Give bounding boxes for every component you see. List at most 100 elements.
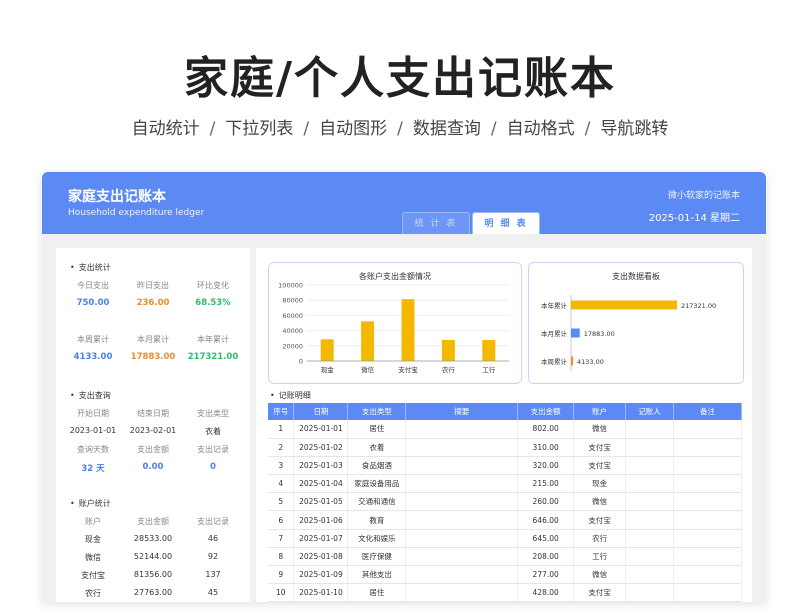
table-row[interactable]: 3 2025-01-03 食品烟酒 320.00 支付宝 bbox=[268, 456, 742, 476]
table-cell[interactable] bbox=[673, 438, 742, 457]
table-cell[interactable] bbox=[673, 583, 742, 602]
table-cell[interactable]: 2025-01-02 bbox=[293, 438, 349, 457]
chart-title: 各账户支出金额情况 bbox=[359, 272, 431, 281]
query-type-select[interactable]: 衣着 bbox=[184, 426, 242, 437]
tab-detail[interactable]: 明 细 表 bbox=[472, 212, 540, 234]
table-cell[interactable] bbox=[673, 529, 742, 548]
table-cell[interactable]: 208.00 bbox=[517, 547, 575, 567]
table-cell[interactable]: 645.00 bbox=[517, 529, 575, 548]
table-cell[interactable] bbox=[405, 420, 519, 439]
table-cell[interactable]: 5 bbox=[268, 492, 295, 512]
table-cell[interactable] bbox=[405, 456, 519, 476]
table-cell[interactable]: 现金 bbox=[573, 474, 627, 494]
table-row[interactable]: 10 2025-01-10 居住 428.00 支付宝 bbox=[268, 583, 742, 602]
table-cell[interactable]: 其他支出 bbox=[347, 565, 407, 585]
table-cell[interactable]: 646.00 bbox=[517, 510, 575, 530]
table-cell[interactable] bbox=[405, 492, 519, 512]
query-end-date[interactable]: 2023-02-01 bbox=[124, 426, 182, 435]
table-cell[interactable] bbox=[625, 510, 675, 530]
table-cell[interactable]: 医疗保健 bbox=[347, 547, 407, 567]
table-cell[interactable]: 2025-01-01 bbox=[293, 420, 349, 439]
table-cell[interactable]: 10 bbox=[268, 583, 295, 602]
table-cell[interactable]: 4 bbox=[268, 474, 295, 494]
table-cell[interactable] bbox=[405, 529, 519, 548]
table-row[interactable]: 6 2025-01-06 教育 646.00 支付宝 bbox=[268, 510, 742, 530]
table-row[interactable]: 2 2025-01-02 衣着 310.00 支付宝 bbox=[268, 438, 742, 457]
table-row[interactable]: 5 2025-01-05 交通和通信 260.00 微信 bbox=[268, 492, 742, 512]
table-cell[interactable] bbox=[625, 438, 675, 457]
table-cell[interactable]: 衣着 bbox=[347, 438, 407, 457]
table-cell[interactable]: 2025-01-04 bbox=[293, 474, 349, 494]
account-cell: 52144.00 bbox=[133, 552, 173, 561]
tab-stats[interactable]: 统 计 表 bbox=[402, 212, 470, 234]
table-cell[interactable]: 教育 bbox=[347, 510, 407, 530]
table-cell[interactable]: 8 bbox=[268, 547, 295, 567]
table-cell[interactable] bbox=[405, 565, 519, 585]
app-subtitle: Household expenditure ledger bbox=[68, 208, 205, 218]
table-cell[interactable]: 2025-01-07 bbox=[293, 529, 349, 548]
table-cell[interactable] bbox=[625, 474, 675, 494]
table-cell[interactable]: 农行 bbox=[573, 529, 627, 548]
table-cell[interactable]: 2025-01-08 bbox=[293, 547, 349, 567]
table-cell[interactable]: 2025-01-06 bbox=[293, 510, 349, 530]
table-cell[interactable]: 2025-01-10 bbox=[293, 583, 349, 602]
table-cell[interactable]: 2025-01-05 bbox=[293, 492, 349, 512]
table-cell[interactable]: 6 bbox=[268, 510, 295, 530]
account-cell: 支付宝 bbox=[81, 571, 105, 580]
table-cell[interactable]: 居住 bbox=[347, 420, 407, 439]
table-cell[interactable]: 2025-01-09 bbox=[293, 565, 349, 585]
table-cell[interactable]: 文化和娱乐 bbox=[347, 529, 407, 548]
table-cell[interactable]: 家庭设备用品 bbox=[347, 474, 407, 494]
table-cell[interactable] bbox=[625, 420, 675, 439]
table-cell[interactable] bbox=[673, 474, 742, 494]
table-cell[interactable] bbox=[405, 438, 519, 457]
table-cell[interactable] bbox=[673, 492, 742, 512]
table-row[interactable]: 9 2025-01-09 其他支出 277.00 微信 bbox=[268, 565, 742, 585]
table-cell[interactable] bbox=[673, 565, 742, 585]
table-cell[interactable] bbox=[625, 529, 675, 548]
table-cell[interactable]: 320.00 bbox=[517, 456, 575, 476]
table-cell[interactable]: 支付宝 bbox=[573, 438, 627, 457]
table-cell[interactable]: 食品烟酒 bbox=[347, 456, 407, 476]
table-cell[interactable] bbox=[673, 420, 742, 439]
table-cell[interactable]: 支付宝 bbox=[573, 583, 627, 602]
table-cell[interactable]: 9 bbox=[268, 565, 295, 585]
table-cell[interactable] bbox=[625, 456, 675, 476]
table-cell[interactable]: 215.00 bbox=[517, 474, 575, 494]
table-row[interactable]: 8 2025-01-08 医疗保健 208.00 工行 bbox=[268, 547, 742, 567]
table-cell[interactable]: 支付宝 bbox=[573, 456, 627, 476]
table-cell[interactable] bbox=[405, 510, 519, 530]
table-cell[interactable]: 7 bbox=[268, 529, 295, 548]
table-cell[interactable] bbox=[405, 474, 519, 494]
table-cell[interactable]: 3 bbox=[268, 456, 295, 476]
table-cell[interactable]: 微信 bbox=[573, 565, 627, 585]
table-row[interactable]: 4 2025-01-04 家庭设备用品 215.00 现金 bbox=[268, 474, 742, 494]
query-start-date[interactable]: 2023-01-01 bbox=[64, 426, 122, 435]
table-cell[interactable] bbox=[673, 456, 742, 476]
table-row[interactable]: 7 2025-01-07 文化和娱乐 645.00 农行 bbox=[268, 529, 742, 548]
table-cell[interactable]: 260.00 bbox=[517, 492, 575, 512]
table-cell[interactable] bbox=[625, 547, 675, 567]
table-cell[interactable]: 支付宝 bbox=[573, 510, 627, 530]
table-cell[interactable]: 微信 bbox=[573, 492, 627, 512]
table-cell[interactable] bbox=[405, 547, 519, 567]
table-cell[interactable]: 428.00 bbox=[517, 583, 575, 602]
table-cell[interactable] bbox=[625, 492, 675, 512]
table-row[interactable]: 1 2025-01-01 居住 802.00 微信 bbox=[268, 420, 742, 439]
table-cell[interactable]: 居住 bbox=[347, 583, 407, 602]
table-cell[interactable] bbox=[625, 583, 675, 602]
table-cell[interactable]: 交通和通信 bbox=[347, 492, 407, 512]
table-cell[interactable]: 微信 bbox=[573, 420, 627, 439]
feature-separator: / bbox=[584, 119, 591, 139]
table-cell[interactable] bbox=[405, 583, 519, 602]
table-cell[interactable]: 1 bbox=[268, 420, 295, 439]
table-cell[interactable]: 310.00 bbox=[517, 438, 575, 457]
table-cell[interactable] bbox=[673, 510, 742, 530]
table-cell[interactable]: 2 bbox=[268, 438, 295, 457]
table-cell[interactable]: 工行 bbox=[573, 547, 627, 567]
table-cell[interactable] bbox=[625, 565, 675, 585]
table-cell[interactable]: 277.00 bbox=[517, 565, 575, 585]
table-cell[interactable]: 2025-01-03 bbox=[293, 456, 349, 476]
table-cell[interactable] bbox=[673, 547, 742, 567]
table-cell[interactable]: 802.00 bbox=[517, 420, 575, 439]
